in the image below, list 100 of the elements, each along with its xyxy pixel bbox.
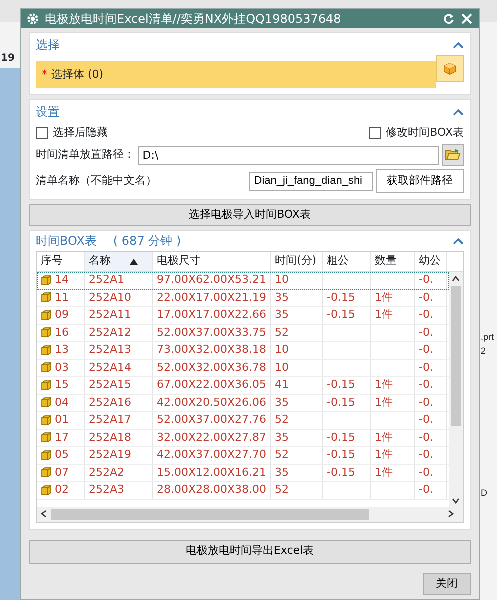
table-cell-text: 252A17 xyxy=(89,412,132,428)
browse-folder-button[interactable] xyxy=(442,144,464,166)
background-text: D xyxy=(481,487,488,500)
table-cell-text: 35 xyxy=(275,290,289,306)
scrollbar-thumb[interactable] xyxy=(51,509,369,520)
cube-icon xyxy=(41,292,52,304)
table-row[interactable]: 07 252A2 15.00X12.00X16.21 35 -0.15 1件 -0. xyxy=(37,464,449,482)
table-cell-text: 35 xyxy=(275,394,289,410)
cube-icon xyxy=(41,274,52,286)
cube-icon xyxy=(41,432,52,444)
export-button[interactable]: 电极放电时间导出Excel表 xyxy=(29,540,471,564)
table-row[interactable]: 14 252A1 97.00X62.00X53.21 10 -0. xyxy=(37,272,449,290)
table-cell-text: 252A3 xyxy=(89,482,125,498)
get-path-button[interactable]: 获取部件路径 xyxy=(376,169,464,193)
table-cell-text: -0. xyxy=(419,464,434,480)
table-cell-text: 252A15 xyxy=(89,377,132,393)
table-cell-text: -0. xyxy=(419,272,434,288)
table-cell-text: 35 xyxy=(275,307,289,323)
collapse-chevron-icon[interactable] xyxy=(453,108,464,116)
column-header[interactable]: 名称 xyxy=(85,252,153,271)
field-label: 清单名称（不能中文名） xyxy=(36,172,158,189)
section-title: 时间BOX表 xyxy=(36,233,97,250)
vertical-scrollbar[interactable] xyxy=(449,272,463,508)
table-cell-text: 10 xyxy=(275,342,289,358)
table-cell-text: 17.00X17.00X22.66 xyxy=(157,307,267,323)
cube-icon xyxy=(41,414,52,426)
table-row[interactable]: 04 252A16 42.00X20.50X26.06 35 -0.15 1件 -0. xyxy=(37,394,449,412)
scrollbar-thumb[interactable] xyxy=(451,286,461,426)
table-row[interactable]: 16 252A12 52.00X37.00X33.75 52 -0. xyxy=(37,324,449,342)
table-cell-text: 35 xyxy=(275,430,289,446)
collapse-chevron-icon[interactable] xyxy=(453,42,464,49)
table-cell-text: 1件 xyxy=(375,394,393,410)
table-cell-text: 02 xyxy=(55,482,69,498)
table-cell-text: 67.00X22.00X36.05 xyxy=(157,377,267,393)
table-cell-text: 22.00X17.00X21.19 xyxy=(157,290,267,306)
table-cell-text: -0.15 xyxy=(327,430,356,446)
collapse-chevron-icon[interactable] xyxy=(453,238,464,244)
selection-label: 选择体 (0) xyxy=(52,66,104,82)
select-body-button[interactable] xyxy=(436,55,464,82)
table-cell-text: 14 xyxy=(55,272,69,288)
cube-icon xyxy=(41,450,52,461)
section-title: 设置 xyxy=(36,104,60,122)
table-cell-text: 252A1 xyxy=(89,272,125,288)
table-cell-text: 1件 xyxy=(375,307,393,323)
table-cell-text: 10 xyxy=(275,272,289,288)
table-row[interactable]: 15 252A15 67.00X22.00X36.05 41 -0.15 1件 -0. xyxy=(37,377,449,394)
table-cell-text: 252A11 xyxy=(89,307,132,323)
table-row[interactable]: 09 252A11 17.00X17.00X22.66 35 -0.15 1件 -0. xyxy=(37,307,449,324)
table-cell-text: 1件 xyxy=(375,447,393,463)
table-cell-text: 252A14 xyxy=(89,360,132,376)
table-cell-text: 252A13 xyxy=(89,342,132,358)
table-cell-text: 1件 xyxy=(375,377,393,393)
cube-icon xyxy=(41,467,52,478)
path-field[interactable]: D:\ xyxy=(138,146,440,165)
name-field[interactable]: Dian_ji_fang_dian_shi xyxy=(249,172,374,190)
table-cell-text: -0. xyxy=(419,430,434,446)
import-button[interactable]: 选择电极导入时间BOX表 xyxy=(29,204,471,226)
table-row[interactable]: 13 252A13 73.00X32.00X38.18 10 -0. xyxy=(37,342,449,360)
table-cell-text: -0.15 xyxy=(327,394,356,410)
table-cell-text: 52 xyxy=(275,482,289,498)
table-cell-text: 10 xyxy=(275,360,289,376)
table-cell-text: -0. xyxy=(419,324,434,340)
reset-icon[interactable] xyxy=(443,12,455,25)
close-icon[interactable] xyxy=(461,12,473,25)
table-row[interactable]: 02 252A3 28.00X28.00X38.00 52 -0. xyxy=(37,482,449,500)
cube-icon xyxy=(41,484,52,496)
selection-bar[interactable]: * 选择体 (0) xyxy=(36,61,436,88)
table-cell-text: 28.00X28.00X38.00 xyxy=(157,482,267,498)
table-cell-text: -0.15 xyxy=(327,377,356,393)
table-cell-text: 15.00X12.00X16.21 xyxy=(157,464,267,480)
table-cell-text: 03 xyxy=(55,360,69,376)
table-row[interactable]: 17 252A18 32.00X22.00X27.87 35 -0.15 1件 -0. xyxy=(37,430,449,447)
table-cell-text: 01 xyxy=(55,412,69,428)
table-cell-text: -0.15 xyxy=(327,307,356,323)
table-row[interactable]: 01 252A17 52.00X37.00X27.76 52 -0. xyxy=(37,412,449,430)
window-title: 电极放电时间Excel清单//奕勇NX外挂QQ1980537648 xyxy=(45,10,342,28)
cube-icon xyxy=(41,344,52,356)
table-cell-text: -0.15 xyxy=(327,290,356,306)
table-cell-text: -0. xyxy=(419,447,434,463)
table-cell-text: 41 xyxy=(275,377,289,393)
gear-icon[interactable] xyxy=(27,12,39,25)
horizontal-scrollbar[interactable] xyxy=(37,507,463,522)
table-cell-text: 252A19 xyxy=(89,447,132,463)
table-cell-text: 09 xyxy=(55,307,69,323)
table-cell-text: -0. xyxy=(419,360,434,376)
table-cell-text: 07 xyxy=(55,464,69,480)
table-cell-text: -0. xyxy=(419,290,434,306)
table-row[interactable]: 11 252A10 22.00X17.00X21.19 35 -0.15 1件 -0. xyxy=(37,290,449,307)
table-row[interactable]: 05 252A19 42.00X37.00X27.70 52 -0.15 1件 -0. xyxy=(37,447,449,464)
table-cell-text: 52.00X37.00X33.75 xyxy=(157,324,267,340)
checkbox[interactable]: 选择后隐藏 xyxy=(36,125,108,142)
cube-icon xyxy=(41,380,52,391)
table-cell-text: 52 xyxy=(275,412,289,428)
cube-icon xyxy=(41,362,52,374)
background-text: .prt xyxy=(481,331,494,344)
background-text: 2 xyxy=(481,345,486,358)
background-text: 19 xyxy=(1,52,15,66)
checkbox[interactable]: 修改时间BOX表 xyxy=(369,125,464,142)
table-row[interactable]: 03 252A14 52.00X32.00X36.78 10 -0. xyxy=(37,360,449,377)
close-button[interactable]: 关闭 xyxy=(423,573,471,595)
